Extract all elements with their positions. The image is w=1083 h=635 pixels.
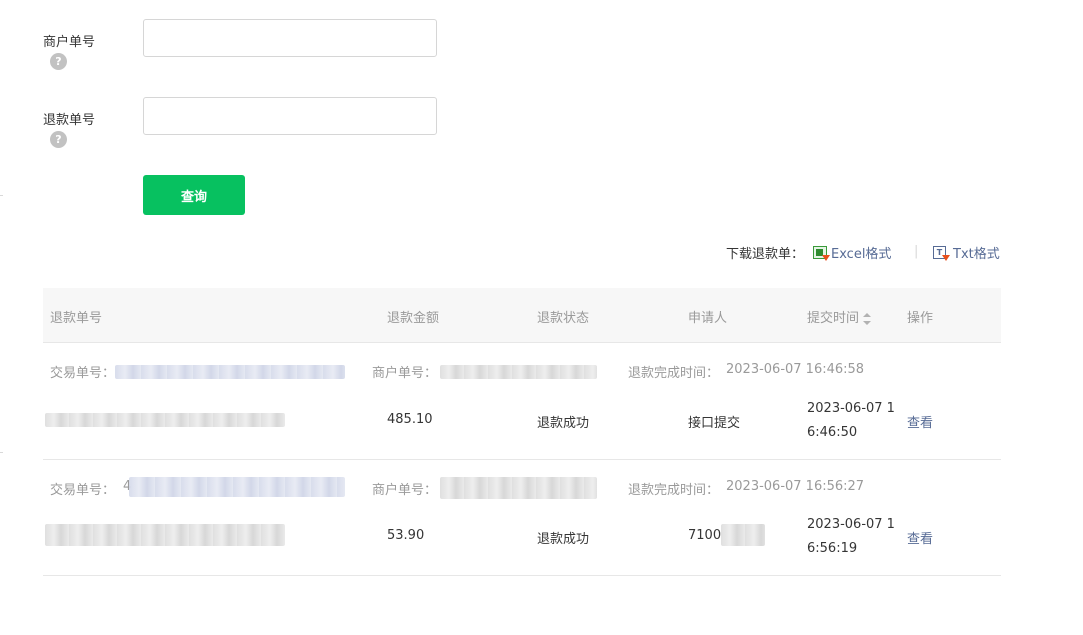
help-icon[interactable]: ?: [50, 131, 67, 148]
edge-divider: [0, 195, 3, 196]
column-header-applicant: 申请人: [688, 311, 728, 326]
trade-no-label: 交易单号：: [50, 483, 116, 498]
completed-time-label: 退款完成时间：: [628, 366, 720, 381]
trade-no-label: 交易单号：: [50, 366, 116, 381]
download-label: 下载退款单：: [726, 247, 805, 262]
redacted-trade-no: [115, 365, 345, 379]
redacted-trade-no: [129, 477, 345, 497]
refund-status: 退款成功: [537, 532, 590, 547]
query-button[interactable]: 查询: [143, 175, 245, 215]
column-header-action: 操作: [907, 311, 934, 326]
view-link[interactable]: 查看: [907, 528, 933, 547]
merchant-no-label: 商户单号：: [372, 366, 438, 381]
refund-amount: 53.90: [387, 528, 425, 543]
edge-divider: [0, 452, 3, 453]
completed-time: 2023-06-07 16:46:58: [726, 362, 865, 377]
refund-status: 退款成功: [537, 416, 590, 431]
excel-download-link[interactable]: Excel格式: [813, 243, 891, 262]
table-row: 交易单号： 商户单号： 退款完成时间： 2023-06-07 16:46:58 …: [43, 343, 1001, 460]
merchant-order-input[interactable]: [143, 19, 437, 57]
submit-time: 2023-06-07 16:56:19: [807, 517, 895, 556]
column-header-status: 退款状态: [537, 311, 590, 326]
txt-download-label: Txt格式: [953, 247, 1000, 262]
column-header-amount: 退款金额: [387, 311, 440, 326]
sort-icon: [863, 312, 872, 325]
refund-order-label: 退款单号: [43, 113, 96, 128]
txt-icon: T: [933, 246, 950, 261]
excel-icon: [813, 246, 830, 261]
column-header-submit-time[interactable]: 提交时间: [807, 307, 872, 326]
download-separator: |: [914, 244, 919, 259]
redacted-applicant: [721, 524, 765, 546]
view-link[interactable]: 查看: [907, 412, 933, 431]
merchant-order-label: 商户单号: [43, 35, 96, 50]
applicant: 接口提交: [688, 416, 741, 431]
applicant: 7100: [688, 528, 722, 543]
table-header: 退款单号 退款金额 退款状态 申请人 提交时间 操作: [43, 288, 1001, 343]
redacted-merchant-no: [440, 365, 597, 379]
merchant-no-label: 商户单号：: [372, 483, 438, 498]
completed-time-label: 退款完成时间：: [628, 483, 720, 498]
table-row: 交易单号： 4 商户单号： 退款完成时间： 2023-06-07 16:56:2…: [43, 460, 1001, 576]
txt-download-link[interactable]: T Txt格式: [933, 243, 1000, 262]
submit-time: 2023-06-07 16:46:50: [807, 401, 895, 440]
refund-amount: 485.10: [387, 412, 433, 427]
help-icon[interactable]: ?: [50, 53, 67, 70]
refund-order-input[interactable]: [143, 97, 437, 135]
redacted-refund-no: [45, 413, 285, 427]
excel-download-label: Excel格式: [831, 247, 892, 262]
completed-time: 2023-06-07 16:56:27: [726, 479, 865, 494]
redacted-merchant-no: [440, 477, 597, 499]
column-header-refund-no: 退款单号: [50, 311, 103, 326]
redacted-refund-no: [45, 524, 285, 546]
submit-time-header-label: 提交时间: [807, 311, 860, 326]
